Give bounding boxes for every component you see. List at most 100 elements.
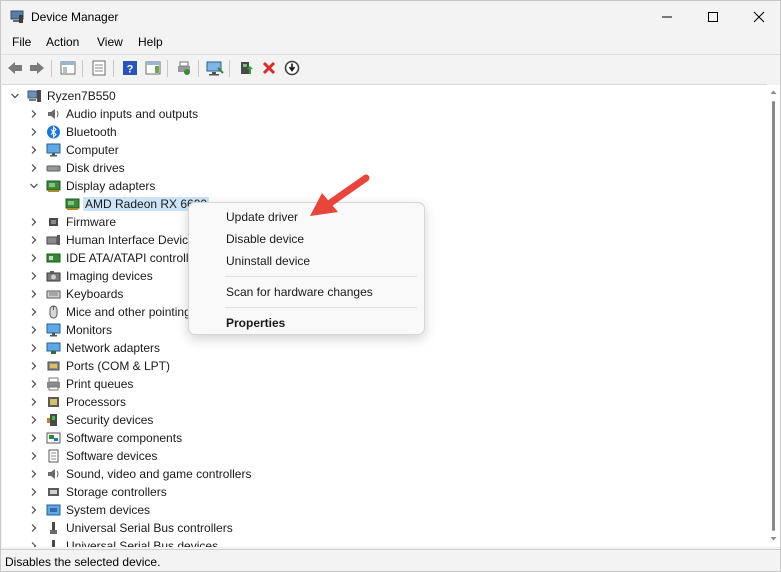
tree-category-row[interactable]: Print queues [2,375,767,393]
tree-item-label: Storage controllers [66,485,167,499]
update-driver-button[interactable] [236,58,256,78]
usb-icon [50,522,57,534]
tree-category-row[interactable]: Universal Serial Bus controllers [2,519,767,537]
close-button[interactable] [736,1,780,33]
chevron-right-icon[interactable] [29,127,39,137]
computer-root-icon [27,90,41,102]
device-manager-app-icon [10,10,24,23]
show-hide-console-tree-button[interactable] [58,58,78,78]
tree-category-row[interactable]: Audio inputs and outputs [2,105,767,123]
chevron-right-icon[interactable] [29,379,39,389]
chevron-right-icon[interactable] [29,397,39,407]
console-tree-icon [60,61,76,75]
tree-category-row[interactable]: Software devices [2,447,767,465]
chevron-right-icon[interactable] [29,505,39,515]
ctx-update-driver[interactable]: Update driver [226,210,298,224]
ctx-disable-device[interactable]: Disable device [226,232,304,246]
help-icon: ? [123,61,137,76]
scroll-down-arrow-icon[interactable] [770,535,777,542]
printer-gear-icon [178,61,190,75]
hid-icon [46,235,60,245]
tree-category-row[interactable]: Storage controllers [2,483,767,501]
tree-category-row[interactable]: Security devices [2,411,767,429]
chevron-right-icon[interactable] [29,307,39,317]
status-bar: Disables the selected device. [1,549,780,571]
properties-sheet-icon [92,60,106,76]
tree-item-label: Print queues [66,377,134,391]
chevron-right-icon[interactable] [29,163,39,173]
tree-item-label: Computer [66,143,119,157]
chevron-right-icon[interactable] [29,361,39,371]
tree-category-row[interactable]: Processors [2,393,767,411]
tree-category-row[interactable]: Sound, video and game controllers [2,465,767,483]
menu-action[interactable]: Action [45,35,80,49]
chevron-right-icon[interactable] [29,433,39,443]
uninstall-device-button[interactable] [259,58,279,78]
red-x-icon [262,61,276,75]
ctx-separator [225,276,417,277]
tree-category-row[interactable]: Disk drives [2,159,767,177]
tree-category-row[interactable]: Universal Serial Bus devices [2,537,767,547]
tree-category-row[interactable]: Ports (COM & LPT) [2,357,767,375]
vertical-scrollbar[interactable] [767,85,780,547]
maximize-icon [708,12,718,22]
tree-item-label: Imaging devices [66,269,153,283]
chevron-right-icon[interactable] [29,235,39,245]
chevron-down-icon[interactable] [29,181,39,191]
printer-icon [47,377,60,391]
scan-hardware-button[interactable] [205,58,225,78]
chevron-right-icon[interactable] [29,415,39,425]
tree-category-row[interactable]: Software components [2,429,767,447]
chevron-right-icon[interactable] [29,343,39,353]
chevron-right-icon[interactable] [29,469,39,479]
chevron-right-icon[interactable] [29,109,39,119]
chevron-right-icon[interactable] [29,145,39,155]
tree-category-row[interactable]: Computer [2,141,767,159]
chevron-right-icon[interactable] [29,325,39,335]
tree-category-row[interactable]: System devices [2,501,767,519]
scroll-up-arrow-icon[interactable] [770,89,777,96]
maximize-button[interactable] [690,1,736,33]
minimize-button[interactable] [644,1,690,33]
disable-device-button[interactable] [282,58,302,78]
chevron-right-icon[interactable] [29,451,39,461]
chevron-right-icon[interactable] [29,289,39,299]
tree-category-row[interactable]: Bluetooth [2,123,767,141]
processor-icon [48,397,59,407]
chevron-down-icon[interactable] [10,91,20,101]
tree-item-label: Firmware [66,215,116,229]
ctx-properties[interactable]: Properties [226,316,285,330]
chevron-right-icon[interactable] [29,523,39,533]
chevron-right-icon[interactable] [29,271,39,281]
software-component-icon [46,432,61,444]
ctx-scan-hardware[interactable]: Scan for hardware changes [226,285,373,299]
ctx-uninstall-device[interactable]: Uninstall device [226,254,310,268]
tree-item-label: Ports (COM & LPT) [66,359,171,373]
tree-category-row[interactable]: Network adapters [2,339,767,357]
menu-help[interactable]: Help [137,35,164,49]
chevron-right-icon[interactable] [29,217,39,227]
software-device-icon [48,449,59,463]
monitor-icon [46,323,61,337]
menu-view[interactable]: View [96,35,124,49]
forward-button[interactable] [27,58,47,78]
action-pane-button[interactable] [143,58,163,78]
back-button[interactable] [5,58,25,78]
menu-file[interactable]: File [11,35,32,49]
tree-root-label: Ryzen7B550 [47,89,116,103]
tree-category-row[interactable]: Display adapters [2,177,767,195]
print-button[interactable] [174,58,194,78]
tree-item-label: Keyboards [66,287,124,301]
display-adapter-icon [65,198,80,210]
security-icon [47,414,57,426]
tree-root[interactable]: Ryzen7B550 [2,87,767,105]
help-toolbar-button[interactable]: ? [120,58,140,78]
camera-icon [46,271,61,282]
properties-toolbar-button[interactable] [89,58,109,78]
keyboard-icon [46,290,61,299]
chevron-right-icon[interactable] [29,253,39,263]
chevron-right-icon[interactable] [29,487,39,497]
scrollbar-thumb[interactable] [772,101,775,531]
storage-icon [48,488,59,496]
chevron-right-icon[interactable] [29,541,39,547]
